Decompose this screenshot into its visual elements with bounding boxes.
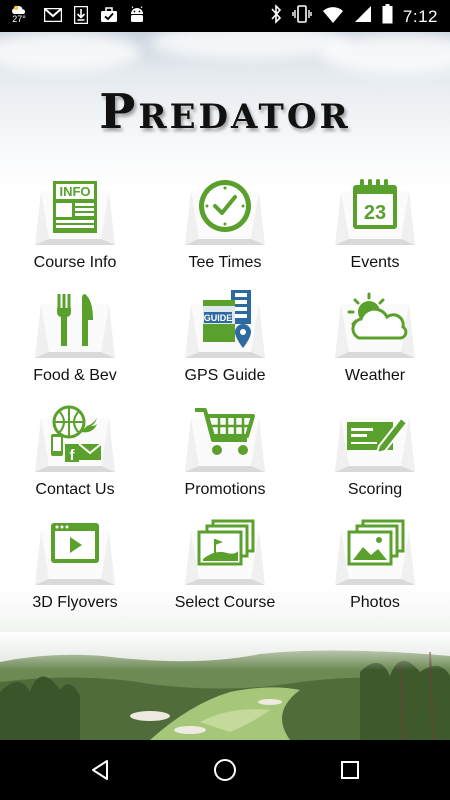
back-icon [92,760,108,780]
system-icons: 7:12 [270,4,438,29]
menu-label: Contact Us [35,481,115,498]
menu-label: Course Info [33,254,117,271]
briefcase-check-icon [100,6,118,24]
video-play-icon [51,523,99,563]
menu-label: Weather [344,367,406,384]
weather-icon: 27° [8,5,30,24]
temperature-text: 27° [12,14,26,24]
menu-tee-times[interactable]: Tee Times [150,177,300,289]
recents-icon [341,761,359,779]
recents-button[interactable] [334,754,366,786]
sun-cloud-icon [347,292,408,340]
menu-photos[interactable]: Photos [300,517,450,629]
menu-label: Select Course [174,594,276,611]
home-button[interactable] [209,754,241,786]
svg-text:INFO: INFO [59,184,90,199]
status-bar: 27° 7:12 [0,0,450,32]
fork-knife-icon [57,294,93,346]
menu-promotions[interactable]: Promotions [150,404,300,516]
back-button[interactable] [84,754,116,786]
gps-guide-badge: GUIDE [204,313,233,323]
clock-check-icon [199,180,251,232]
notification-icons: 27° [8,5,146,24]
navigation-bar [0,740,450,800]
menu-course-info[interactable]: INFO Course Info [0,177,150,289]
course-photos-icon [197,519,255,566]
menu-events[interactable]: 23 Events [300,177,450,289]
scorecard-pencil-icon [347,416,409,455]
gps-guide-icon: GUIDE [203,290,251,348]
golf-course-scene [0,632,450,740]
menu-label: Tee Times [188,254,262,271]
menu-label: Events [350,254,400,271]
menu-label: Promotions [184,481,266,498]
menu-label: Scoring [347,481,403,498]
menu-label: 3D Flyovers [32,594,118,611]
gmail-icon [44,6,62,24]
calendar-23-icon: 23 [353,179,397,229]
photos-stack-icon [347,519,405,566]
contact-social-icon: f [51,405,102,464]
menu-weather[interactable]: Weather [300,290,450,402]
shopping-cart-icon [195,408,255,455]
signal-icon [354,5,372,28]
download-icon [72,5,90,24]
menu-food-bev[interactable]: Food & Bev [0,290,150,402]
home-icon [214,759,236,781]
menu-label: Food & Bev [33,367,117,384]
android-icon [128,5,146,24]
info-document-icon: INFO [53,181,97,233]
menu-contact-us[interactable]: f Contact Us [0,404,150,516]
menu-label: Photos [350,594,400,611]
app-screen: Predator INFO Course Info Tee Times 23 E… [0,32,450,740]
menu-select-course[interactable]: Select Course [150,517,300,629]
battery-icon [382,4,393,29]
menu-label: GPS Guide [184,367,266,384]
menu-3d-flyovers[interactable]: 3D Flyovers [0,517,150,629]
menu-gps-guide[interactable]: GUIDE GPS Guide [150,290,300,402]
vibrate-icon [292,5,312,28]
app-logo: Predator [99,84,351,140]
wifi-icon [322,5,344,28]
calendar-badge: 23 [364,202,386,224]
clock: 7:12 [402,6,438,26]
menu-scoring[interactable]: Scoring [300,404,450,516]
bluetooth-icon [270,4,282,29]
